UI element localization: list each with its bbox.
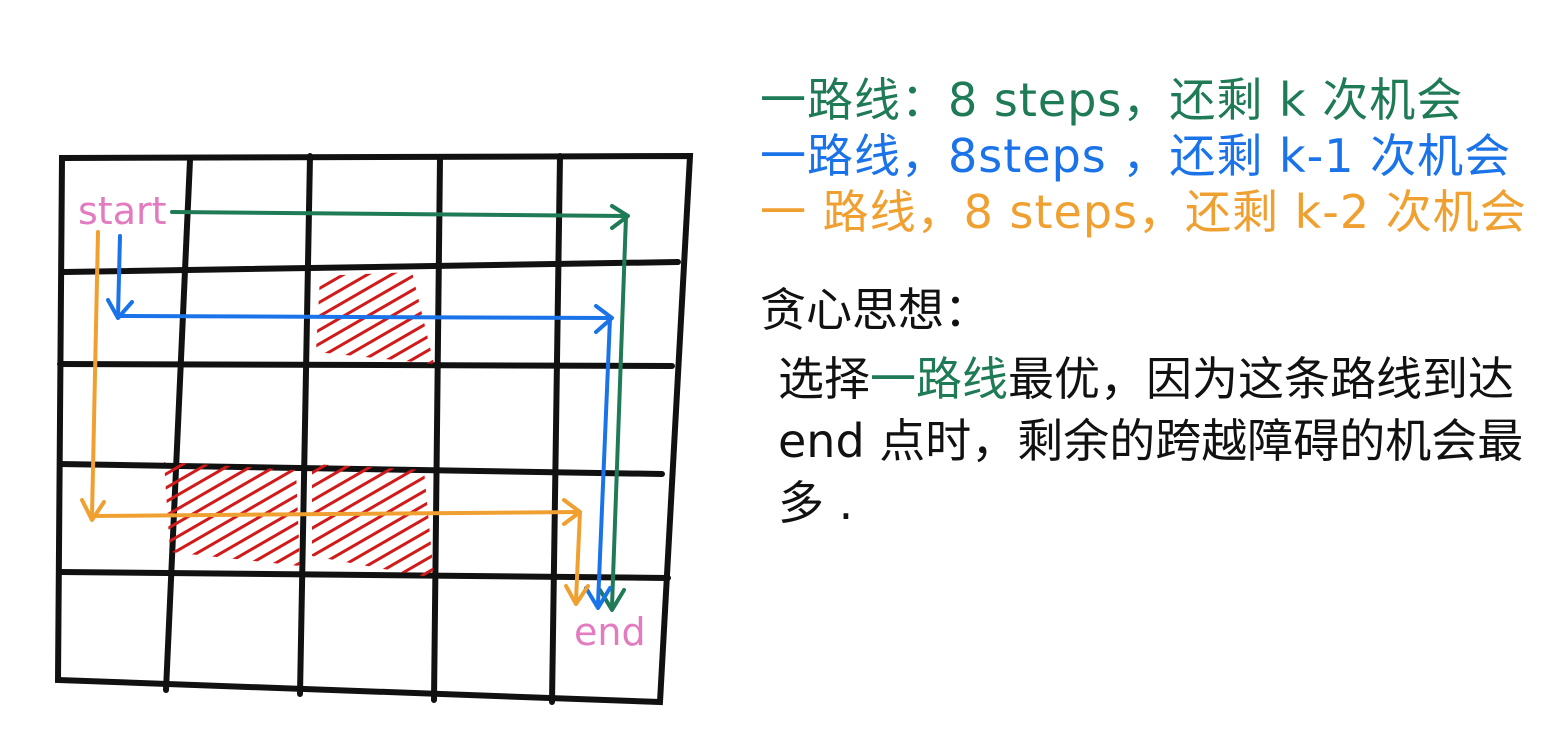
end-label: end: [574, 610, 646, 654]
grid-vline-2: [297, 153, 313, 697]
route-note-green: 一路线：8 steps，还剩 k 次机会: [760, 73, 1464, 127]
greedy-body: 选择一路线最优，因为这条路线到达 end 点时，剩余的跨越障碍的机会最多 .: [760, 348, 1538, 534]
route-note-blue: 一路线，8steps ，还剩 k-1 次机会: [760, 129, 1512, 183]
obstacle-cell: [312, 464, 434, 578]
start-label: start: [78, 189, 167, 233]
grid-vline-4: [549, 153, 563, 705]
greedy-body-highlight: 一路线: [870, 352, 1008, 406]
grid-hline-1: [61, 259, 681, 275]
greedy-title: 贪心思想：: [760, 283, 990, 337]
notes-panel: 一路线：8 steps，还剩 k 次机会 一路线，8steps ，还剩 k-1 …: [760, 60, 1550, 534]
grid-hline-2: [57, 361, 675, 369]
greedy-body-prefix: 选择: [778, 352, 870, 406]
grid-vline-1: [163, 157, 193, 693]
grid-vline-3: [431, 155, 443, 703]
route-note-orange: 一 路线，8 steps，还剩 k-2 次机会: [760, 185, 1527, 239]
